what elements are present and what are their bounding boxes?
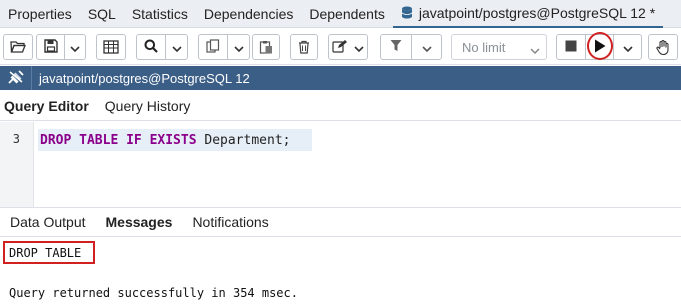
tab-label: Properties [8, 5, 72, 22]
search-icon [144, 39, 158, 56]
sql-identifier: Department; [196, 132, 291, 148]
find-button[interactable] [137, 35, 165, 59]
tab-label: Messages [105, 214, 173, 230]
filter-button-group [380, 34, 442, 60]
row-limit-select[interactable]: No limit [451, 34, 547, 60]
result-tab-bar: Data Output Messages Notifications [0, 207, 681, 237]
edit-grid-button[interactable] [96, 34, 126, 60]
editor-tab-bar: Query Editor Query History [0, 91, 681, 121]
tab-label: Notifications [192, 214, 269, 230]
query-toolbar: No limit [0, 29, 681, 65]
tab-label: Dependents [309, 5, 385, 22]
chevron-down-icon [171, 40, 182, 55]
chevron-down-icon [530, 42, 540, 57]
filter-dropdown[interactable] [411, 35, 441, 59]
tab-label: Query Editor [4, 97, 89, 114]
save-button-group [36, 34, 86, 60]
save-dropdown[interactable] [64, 35, 85, 59]
tab-label: Data Output [10, 214, 86, 230]
chevron-down-icon [233, 40, 244, 55]
paste-icon [259, 40, 273, 54]
tab-data-output[interactable]: Data Output [0, 214, 96, 230]
line-number: 3 [12, 132, 20, 146]
message-status: Query returned successfully in 354 msec. [9, 286, 298, 300]
tab-statistics[interactable]: Statistics [124, 0, 196, 28]
tab-messages[interactable]: Messages [96, 214, 183, 230]
stop-icon [565, 40, 577, 55]
tab-properties[interactable]: Properties [0, 0, 80, 28]
filter-button[interactable] [381, 35, 411, 59]
tab-label: javatpoint/postgres@PostgreSQL 12 * [418, 4, 656, 21]
tab-notifications[interactable]: Notifications [182, 214, 278, 230]
connection-label: javatpoint/postgres@PostgreSQL 12 [39, 70, 250, 86]
delete-button[interactable] [290, 34, 318, 60]
edit-button[interactable] [329, 35, 351, 59]
open-file-icon [10, 40, 26, 54]
tab-label: SQL [87, 5, 116, 22]
tab-dependencies[interactable]: Dependencies [196, 0, 302, 28]
connection-bar: javatpoint/postgres@PostgreSQL 12 [0, 66, 681, 90]
sql-editor[interactable]: 3 DROP TABLE IF EXISTS Department; [0, 122, 681, 207]
tab-query-history[interactable]: Query History [99, 98, 197, 114]
sql-keywords: DROP TABLE IF EXISTS [40, 132, 197, 148]
save-icon [43, 38, 58, 56]
macros-button[interactable] [648, 34, 678, 60]
grid-icon [103, 40, 119, 54]
tab-label: Query History [104, 97, 191, 114]
chevron-down-icon [70, 40, 80, 55]
chevron-down-icon [421, 40, 432, 55]
tab-sql[interactable]: SQL [80, 0, 124, 28]
find-dropdown[interactable] [165, 35, 187, 59]
edit-button-group [328, 34, 368, 60]
tab-label: Statistics [131, 5, 188, 22]
chevron-down-icon [622, 40, 633, 55]
find-button-group [136, 34, 188, 60]
copy-dropdown[interactable] [227, 35, 249, 59]
line-number-gutter: 3 [0, 122, 34, 207]
hand-icon [656, 39, 670, 55]
execute-highlight-circle [587, 32, 613, 60]
save-button[interactable] [37, 35, 64, 59]
tab-dependents[interactable]: Dependents [301, 0, 393, 28]
tab-query-tool[interactable]: javatpoint/postgres@PostgreSQL 12 * [392, 0, 664, 28]
copy-icon [206, 38, 220, 56]
message-command-tag: DROP TABLE [9, 246, 82, 260]
execute-dropdown[interactable] [613, 35, 641, 59]
connection-status-button[interactable] [0, 66, 32, 90]
copy-button[interactable] [199, 35, 227, 59]
chevron-down-icon [354, 40, 364, 55]
stop-button[interactable] [557, 35, 585, 59]
edit-dropdown[interactable] [351, 35, 367, 59]
paste-button[interactable] [252, 34, 280, 60]
tab-label: Dependencies [203, 5, 294, 22]
code-line[interactable]: DROP TABLE IF EXISTS Department; [38, 129, 312, 151]
database-icon [401, 6, 413, 19]
open-file-button[interactable] [3, 34, 33, 60]
plug-icon [7, 69, 25, 88]
filter-icon [390, 39, 402, 55]
messages-panel: DROP TABLE Query returned successfully i… [0, 238, 681, 306]
copy-button-group [198, 34, 250, 60]
panel-tab-bar: Properties SQL Statistics Dependencies D… [0, 0, 681, 28]
delete-icon [298, 40, 310, 54]
row-limit-value: No limit [462, 39, 506, 55]
tab-query-editor[interactable]: Query Editor [0, 98, 95, 114]
edit-icon [332, 39, 348, 56]
